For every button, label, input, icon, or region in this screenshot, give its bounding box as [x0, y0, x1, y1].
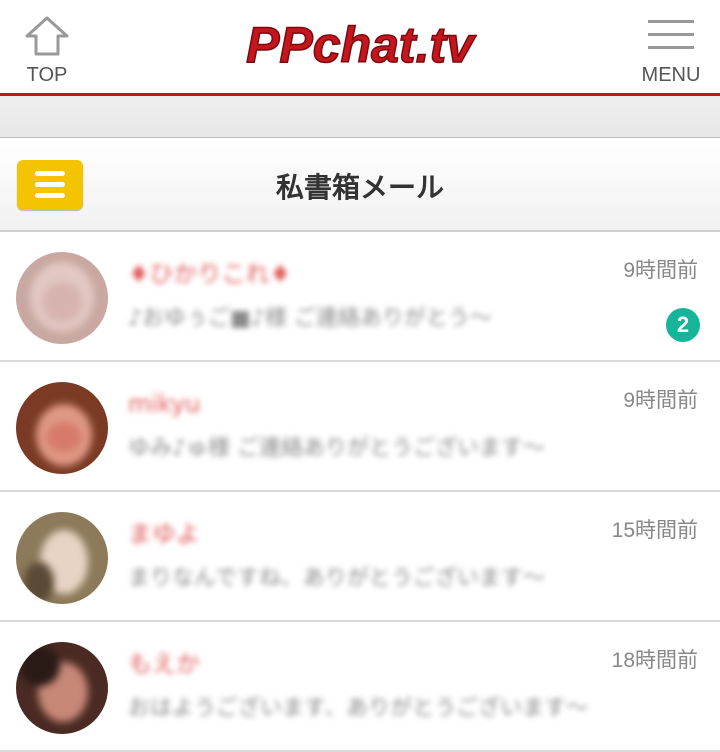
- message-preview: まりなんですね、ありがとうございます〜: [128, 566, 545, 591]
- home-icon: [25, 16, 69, 56]
- avatar: [16, 642, 108, 734]
- message-row[interactable]: ♦ひかりこれ♦ ♪おゆぅご■♪様 ご連絡ありがとう〜 9時間前 2: [0, 232, 720, 362]
- page-title: 私書箱メール: [275, 171, 444, 204]
- menu-label: MENU: [641, 64, 701, 86]
- unread-badge: 2: [666, 308, 700, 342]
- top-label: TOP: [26, 64, 68, 86]
- page-title-bar: 私書箱メール: [0, 138, 720, 232]
- message-time: 15時間前: [611, 519, 698, 542]
- sender-name: まゆよ: [128, 520, 200, 548]
- avatar: [16, 512, 108, 604]
- sender-name: mikyu: [128, 390, 201, 418]
- avatar: [16, 252, 108, 344]
- ppchat-logo[interactable]: PPchat.tv: [180, 16, 540, 80]
- message-row[interactable]: mikyu ゆみ♪ゅ様 ご連絡ありがとうございます〜 9時間前: [0, 362, 720, 492]
- spacer-band: [0, 96, 720, 138]
- message-row[interactable]: まゆよ まりなんですね、ありがとうございます〜 15時間前: [0, 492, 720, 622]
- hamburger-icon: [648, 20, 694, 49]
- message-time: 9時間前: [623, 259, 698, 282]
- message-preview: ♪おゆぅご■♪様 ご連絡ありがとう〜: [128, 306, 492, 331]
- message-time: 9時間前: [623, 389, 698, 412]
- top-button[interactable]: TOP: [14, 12, 80, 88]
- avatar: [16, 382, 108, 474]
- message-time: 18時間前: [611, 649, 698, 672]
- menu-button[interactable]: MENU: [630, 14, 712, 90]
- sender-name: もえか: [128, 650, 200, 678]
- app-header: TOP PPchat.tv MENU: [0, 0, 720, 96]
- message-row[interactable]: もえか おはようございます、ありがとうございます〜 18時間前: [0, 622, 720, 752]
- message-preview: おはようございます、ありがとうございます〜: [128, 696, 589, 721]
- message-list: ♦ひかりこれ♦ ♪おゆぅご■♪様 ご連絡ありがとう〜 9時間前 2 mikyu …: [0, 232, 720, 752]
- logo-text: PPchat.tv: [246, 17, 477, 73]
- message-preview: ゆみ♪ゅ様 ご連絡ありがとうございます〜: [128, 436, 546, 461]
- sender-name: ♦ひかりこれ♦: [128, 260, 292, 288]
